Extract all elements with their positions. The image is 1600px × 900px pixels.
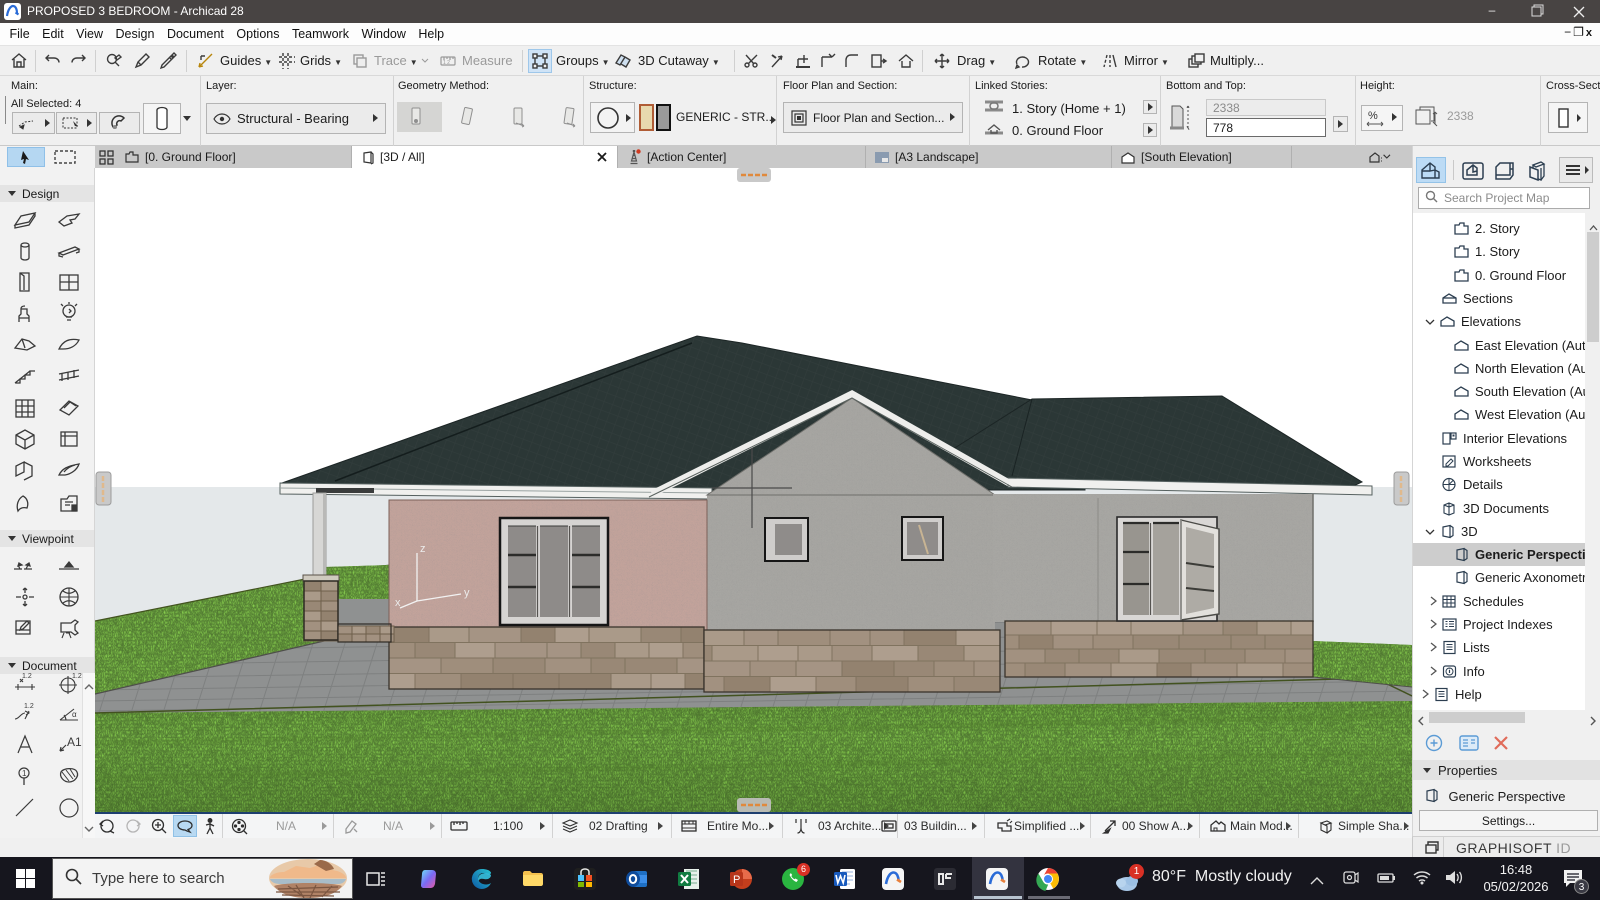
- svg-text:1.2: 1.2: [72, 673, 82, 680]
- svg-text:x: x: [395, 597, 401, 609]
- svg-text:1.2: 1.2: [24, 703, 34, 710]
- svg-text:A1: A1: [67, 735, 82, 749]
- svg-text:1 2: 1 2: [443, 60, 450, 66]
- svg-text:1: 1: [22, 769, 27, 778]
- svg-text:α: α: [72, 710, 77, 719]
- svg-text:P: P: [733, 874, 740, 886]
- svg-text:1.2: 1.2: [22, 673, 32, 680]
- svg-text:%: %: [1368, 110, 1378, 122]
- svg-text:y: y: [464, 587, 470, 599]
- svg-text:z: z: [420, 543, 426, 555]
